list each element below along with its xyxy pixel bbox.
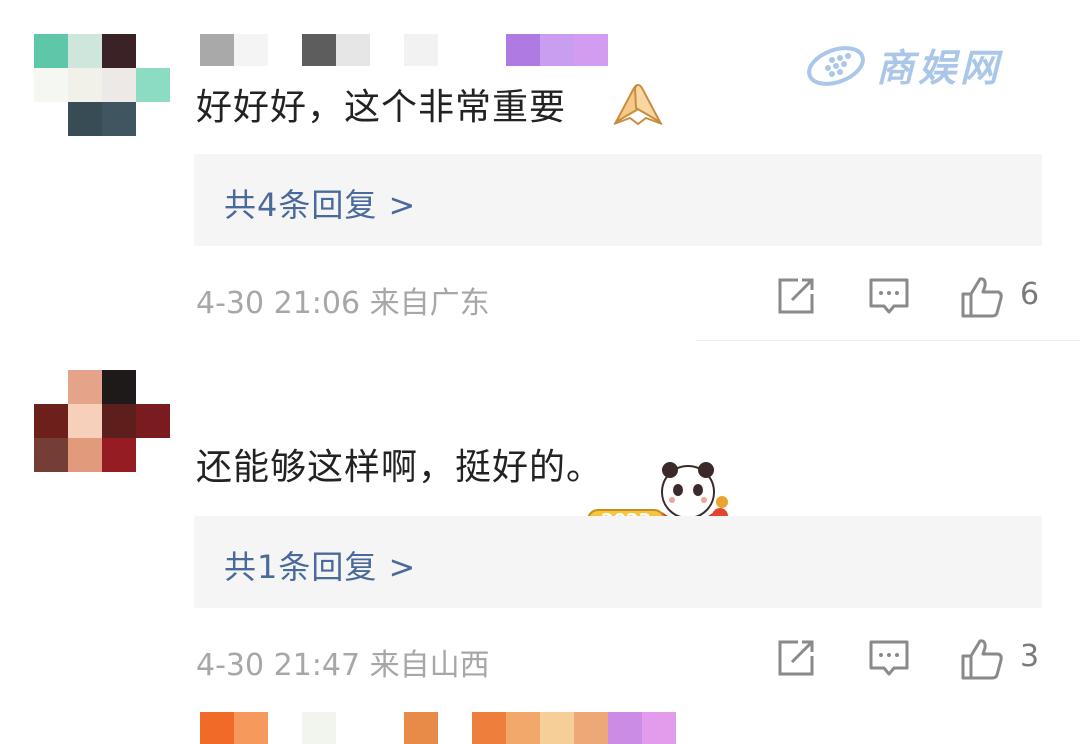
comment-meta: 4-30 21:06 来自广东: [196, 278, 490, 322]
comment-text: 还能够这样啊，挺好的。: [196, 447, 604, 488]
avatar[interactable]: [34, 370, 170, 472]
comment-item: 好好好，这个非常重要 共4条回复 > 4-30 21:06 来自广东 6: [0, 0, 1080, 340]
like-icon[interactable]: [960, 638, 1004, 680]
like-count: 6: [1020, 277, 1040, 312]
reply-count-label: 共4条回复 >: [224, 186, 417, 224]
comment-icon[interactable]: [868, 638, 910, 678]
comment-location: 来自广东: [369, 286, 490, 321]
comment-icon[interactable]: [868, 276, 910, 316]
praying-hands-icon: [613, 84, 663, 126]
reply-link[interactable]: 共4条回复 >: [194, 154, 1042, 246]
comment-meta: 4-30 21:47 来自山西: [196, 640, 490, 684]
username[interactable]: [200, 712, 676, 744]
comment-time: 4-30 21:06: [196, 286, 361, 321]
comment-item: 还能够这样啊，挺好的。 2023 共1条回复 > 4-30 21:47 来自山西…: [0, 340, 1080, 744]
avatar[interactable]: [34, 34, 170, 136]
username[interactable]: [200, 34, 608, 66]
comment-location: 来自山西: [369, 648, 490, 683]
share-icon[interactable]: [776, 276, 816, 316]
reply-count-label: 共1条回复 >: [224, 548, 417, 586]
like-icon[interactable]: [960, 276, 1004, 318]
reply-link[interactable]: 共1条回复 >: [194, 516, 1042, 608]
comment-time: 4-30 21:47: [196, 648, 361, 683]
share-icon[interactable]: [776, 638, 816, 678]
comment-text: 好好好，这个非常重要: [196, 87, 567, 128]
like-count: 3: [1020, 639, 1040, 674]
